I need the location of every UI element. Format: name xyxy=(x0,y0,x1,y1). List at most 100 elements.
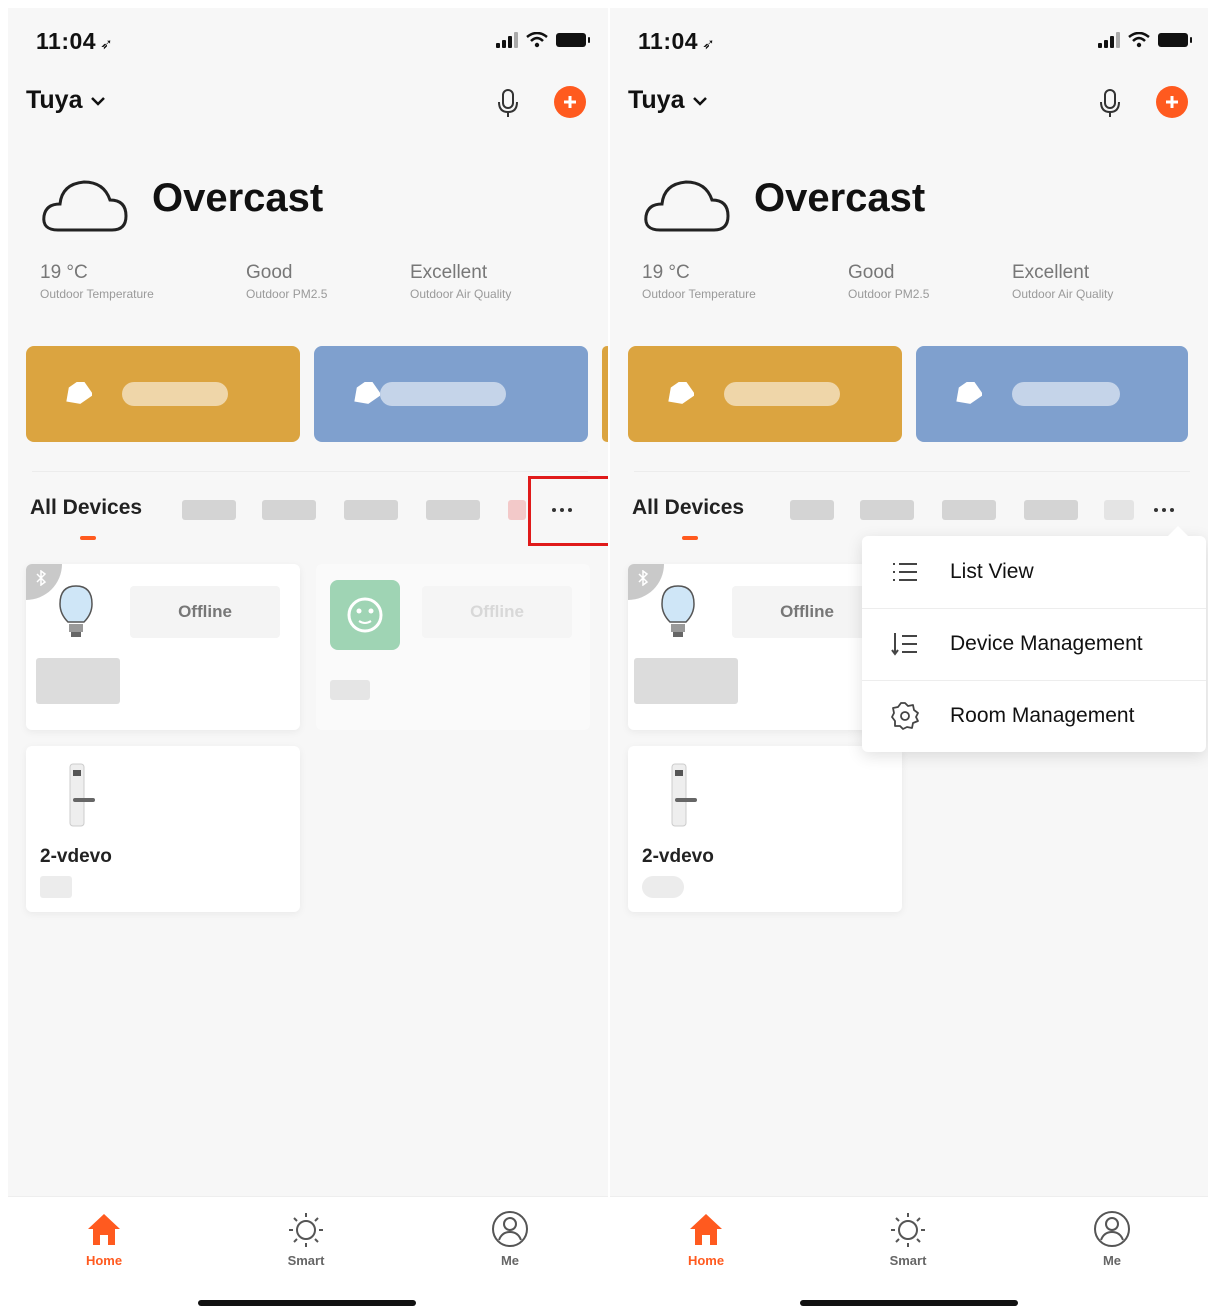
door-lock-icon xyxy=(69,763,95,827)
weather-panel: Overcast xyxy=(40,168,588,248)
tab-me[interactable]: Me xyxy=(470,1209,550,1268)
room-tab-redacted[interactable] xyxy=(182,500,236,520)
tab-active-indicator xyxy=(80,536,96,540)
phone-screen-after: 11:04 ➶ Tuya Overcast 19 °C Outdoor Temper… xyxy=(610,8,1208,1306)
cloud-icon xyxy=(42,180,128,232)
menu-label: List View xyxy=(950,560,1034,583)
device-card[interactable]: Offline xyxy=(316,564,590,730)
tab-home[interactable]: Home xyxy=(64,1209,144,1268)
tag-icon xyxy=(354,382,380,404)
room-tab-redacted[interactable] xyxy=(262,500,316,520)
microphone-icon[interactable] xyxy=(494,88,522,118)
scene-card[interactable] xyxy=(314,346,588,442)
sun-icon xyxy=(289,1213,323,1247)
home-indicator xyxy=(800,1300,1018,1306)
add-device-button[interactable] xyxy=(554,86,586,118)
device-room-redacted xyxy=(40,876,72,898)
offline-status: Offline xyxy=(130,586,280,638)
stat-pm25: Good Outdoor PM2.5 xyxy=(848,262,930,301)
room-tab-redacted[interactable] xyxy=(942,500,996,520)
offline-status: Offline xyxy=(732,586,882,638)
scene-card-partial[interactable] xyxy=(602,346,608,442)
add-device-button[interactable] xyxy=(1156,86,1188,118)
cloud-icon xyxy=(644,180,730,232)
signal-icon xyxy=(496,32,518,48)
door-lock-icon xyxy=(671,763,697,827)
tab-smart[interactable]: Smart xyxy=(868,1209,948,1268)
status-bar: 11:04 ➶ xyxy=(638,28,1192,58)
menu-item-device-management[interactable]: Device Management xyxy=(862,608,1206,680)
user-icon xyxy=(492,1211,528,1247)
weather-panel: Overcast xyxy=(642,168,1190,248)
tab-active-indicator xyxy=(682,536,698,540)
room-tab-redacted[interactable] xyxy=(860,500,914,520)
tag-icon xyxy=(956,382,982,404)
status-time: 11:04 ➶ xyxy=(638,28,716,54)
scene-card[interactable] xyxy=(628,346,902,442)
device-name-redacted xyxy=(634,658,738,704)
tab-smart[interactable]: Smart xyxy=(266,1209,346,1268)
device-card[interactable]: 2-vdevo xyxy=(26,746,300,912)
scene-name-redacted xyxy=(1012,382,1120,406)
scene-name-redacted xyxy=(122,382,228,406)
home-icon xyxy=(88,1214,120,1245)
wifi-icon xyxy=(1128,32,1150,48)
bottom-tab-bar: Home Smart Me xyxy=(8,1196,608,1306)
user-icon xyxy=(1094,1211,1130,1247)
device-card[interactable]: Offline xyxy=(628,564,902,730)
signal-icon xyxy=(1098,32,1120,48)
tab-me[interactable]: Me xyxy=(1072,1209,1152,1268)
weather-condition: Overcast xyxy=(754,176,926,220)
menu-item-list-view[interactable]: List View xyxy=(862,536,1206,608)
tab-all-devices[interactable]: All Devices xyxy=(632,496,744,520)
room-tab-redacted[interactable] xyxy=(1024,500,1078,520)
home-selector[interactable]: Tuya xyxy=(628,86,709,115)
device-room-redacted xyxy=(642,876,684,898)
scene-card[interactable] xyxy=(916,346,1188,442)
bluetooth-icon xyxy=(36,570,47,586)
tag-icon xyxy=(66,382,92,404)
tab-home[interactable]: Home xyxy=(666,1209,746,1268)
room-tab-redacted[interactable] xyxy=(426,500,480,520)
wifi-icon xyxy=(526,32,548,48)
home-header: Tuya xyxy=(628,86,1190,126)
gear-icon xyxy=(891,702,919,730)
more-options-menu: List View Device Management Room Managem… xyxy=(862,526,1206,752)
phone-screen-before: 11:04 ➶ Tuya Overcast 19 °C Outdoor Temper… xyxy=(8,8,608,1306)
menu-label: Device Management xyxy=(950,632,1143,655)
microphone-icon[interactable] xyxy=(1096,88,1124,118)
bulb-icon xyxy=(59,585,93,637)
stat-air-quality: Excellent Outdoor Air Quality xyxy=(410,262,512,301)
status-icons xyxy=(496,32,590,48)
weather-stats: 19 °C Outdoor Temperature Good Outdoor PM2… xyxy=(40,262,588,312)
chevron-down-icon xyxy=(692,96,707,106)
weather-condition: Overcast xyxy=(152,176,324,220)
stat-air-quality: Excellent Outdoor Air Quality xyxy=(1012,262,1114,301)
status-icons xyxy=(1098,32,1192,48)
chevron-down-icon xyxy=(90,96,105,106)
room-tab-redacted[interactable] xyxy=(1104,500,1134,520)
room-tab-redacted[interactable] xyxy=(790,500,834,520)
more-options-button[interactable] xyxy=(1146,500,1182,520)
scene-name-redacted xyxy=(380,382,506,406)
scene-card[interactable] xyxy=(26,346,300,442)
room-tab-redacted[interactable] xyxy=(344,500,398,520)
scene-strip xyxy=(26,346,608,444)
bottom-tab-bar: Home Smart Me xyxy=(610,1196,1208,1306)
home-header: Tuya xyxy=(26,86,588,126)
socket-icon xyxy=(330,580,400,650)
menu-item-room-management[interactable]: Room Management xyxy=(862,680,1206,752)
status-bar: 11:04 ➶ xyxy=(36,28,590,58)
device-name: 2-vdevo xyxy=(642,846,714,867)
device-card[interactable]: Offline xyxy=(26,564,300,730)
scene-name-redacted xyxy=(724,382,840,406)
battery-icon xyxy=(556,33,590,47)
plus-icon xyxy=(1166,96,1178,108)
menu-label: Room Management xyxy=(950,704,1135,727)
home-selector[interactable]: Tuya xyxy=(26,86,107,115)
device-card[interactable]: 2-vdevo xyxy=(628,746,902,912)
stat-pm25: Good Outdoor PM2.5 xyxy=(246,262,328,301)
tab-all-devices[interactable]: All Devices xyxy=(30,496,142,520)
room-tab-redacted[interactable] xyxy=(508,500,526,520)
status-time: 11:04 ➶ xyxy=(36,28,114,54)
